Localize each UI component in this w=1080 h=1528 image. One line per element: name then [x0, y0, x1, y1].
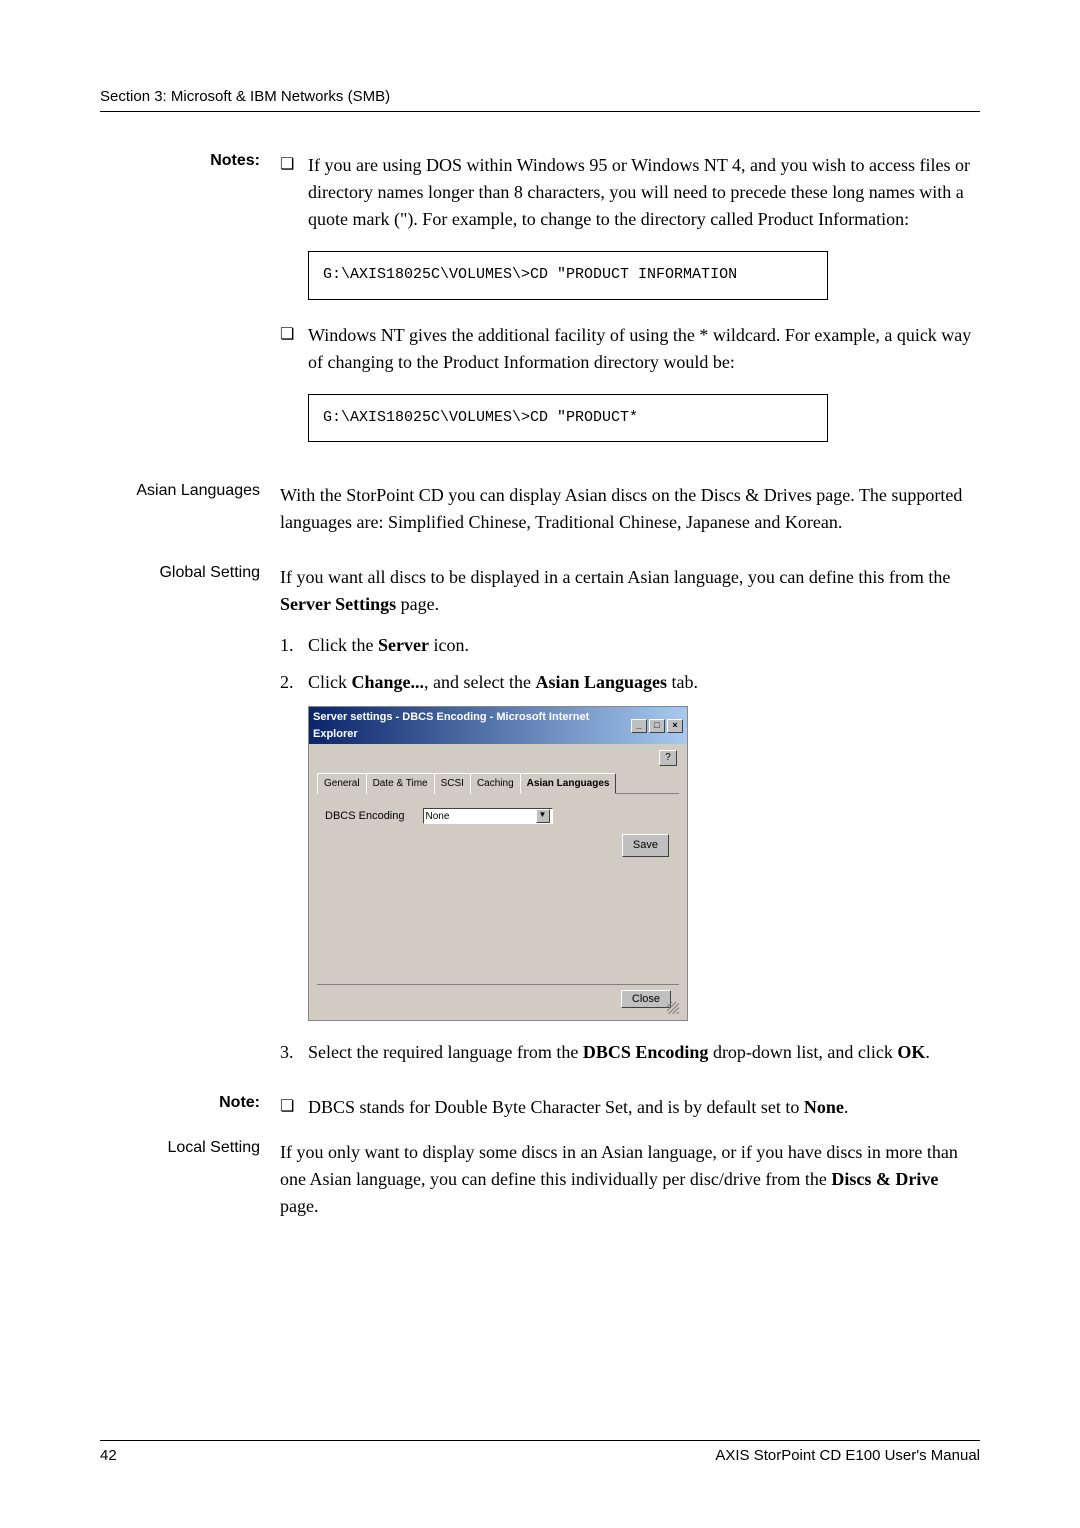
label-local-setting: Local Setting: [100, 1139, 280, 1220]
tab-caching[interactable]: Caching: [470, 773, 521, 794]
window-title: Server settings - DBCS Encoding - Micros…: [313, 709, 631, 742]
page-number: 42: [100, 1447, 117, 1464]
chevron-down-icon[interactable]: ▼: [536, 809, 550, 823]
code-box-1: G:\AXIS18025C\VOLUMES\>CD "PRODUCT INFOR…: [308, 251, 828, 300]
close-button[interactable]: Close: [621, 990, 671, 1008]
ol-num-3: 3.: [280, 1039, 308, 1066]
tab-date-time[interactable]: Date & Time: [366, 773, 435, 794]
bullet-icon: ❏: [280, 322, 308, 348]
dialog-screenshot: Server settings - DBCS Encoding - Micros…: [308, 706, 688, 1021]
notes-item-1: If you are using DOS within Windows 95 o…: [308, 152, 980, 233]
label-note: Note:: [100, 1094, 280, 1121]
ol-text-2: Click Change..., and select the Asian La…: [308, 669, 698, 696]
code-box-2: G:\AXIS18025C\VOLUMES\>CD "PRODUCT*: [308, 394, 828, 443]
global-intro: If you want all discs to be displayed in…: [280, 564, 980, 618]
label-global-setting: Global Setting: [100, 564, 280, 1076]
save-button[interactable]: Save: [622, 834, 669, 857]
bullet-icon: ❏: [280, 1094, 308, 1120]
ol-num-2: 2.: [280, 669, 308, 696]
dbcs-encoding-select[interactable]: None ▼: [423, 808, 553, 824]
section-header: Section 3: Microsoft & IBM Networks (SMB…: [100, 88, 980, 112]
label-asian-languages: Asian Languages: [100, 482, 280, 536]
notes-item-2: Windows NT gives the additional facility…: [308, 322, 980, 376]
close-icon[interactable]: ×: [667, 719, 683, 733]
footer-title: AXIS StorPoint CD E100 User's Manual: [715, 1447, 980, 1464]
tab-asian-languages[interactable]: Asian Languages: [520, 773, 617, 794]
ol-text-3: Select the required language from the DB…: [308, 1039, 930, 1066]
help-icon[interactable]: ?: [659, 750, 677, 766]
dbcs-label: DBCS Encoding: [325, 808, 405, 825]
maximize-icon[interactable]: □: [649, 719, 665, 733]
resize-handle-icon[interactable]: [667, 1002, 679, 1014]
bullet-icon: ❏: [280, 152, 308, 178]
tabs-row: General Date & Time SCSI Caching Asian L…: [317, 772, 679, 794]
note-text: DBCS stands for Double Byte Character Se…: [308, 1094, 980, 1121]
asian-languages-text: With the StorPoint CD you can display As…: [280, 482, 980, 536]
ol-text-1: Click the Server icon.: [308, 632, 469, 659]
window-titlebar: Server settings - DBCS Encoding - Micros…: [309, 707, 687, 744]
ol-num-1: 1.: [280, 632, 308, 659]
tab-general[interactable]: General: [317, 773, 367, 794]
label-notes: Notes:: [100, 152, 280, 464]
tab-scsi[interactable]: SCSI: [434, 773, 471, 794]
minimize-icon[interactable]: _: [631, 719, 647, 733]
local-setting-text: If you only want to display some discs i…: [280, 1139, 980, 1220]
